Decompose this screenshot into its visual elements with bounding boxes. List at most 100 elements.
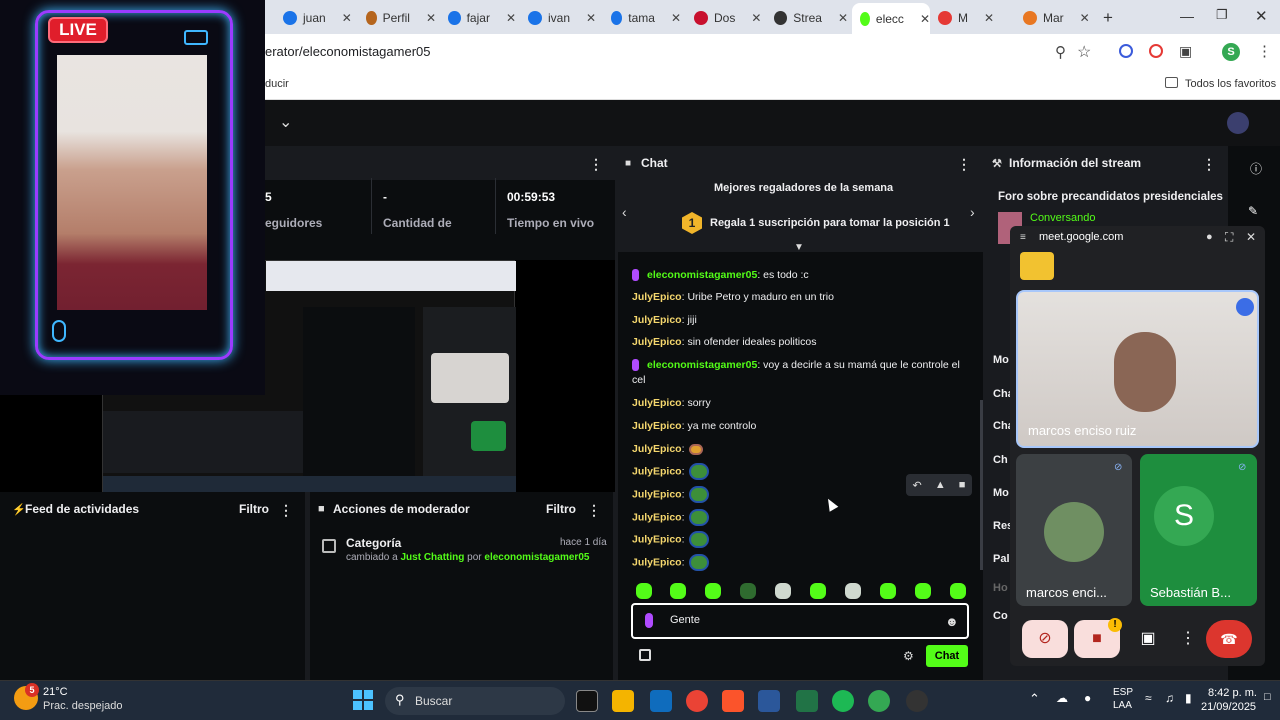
delete-icon[interactable]: ■	[959, 479, 966, 491]
chat-username[interactable]: JulyEpico	[632, 533, 682, 545]
volume-icon[interactable]: ♫	[1165, 691, 1174, 705]
close-tab-icon[interactable]: ✕	[586, 11, 596, 25]
bookmark-item[interactable]: ducir	[265, 78, 289, 90]
chrome-profile-icon[interactable]	[868, 690, 890, 712]
chat-message[interactable]: JulyEpico:	[632, 554, 962, 571]
avatar[interactable]	[1227, 112, 1249, 134]
chat-scrollbar[interactable]	[980, 400, 983, 570]
pin-icon[interactable]: ▲	[935, 479, 946, 491]
clock-date[interactable]: 21/09/2025	[1201, 701, 1256, 713]
more-options-icon[interactable]: ⋮	[589, 156, 603, 173]
chat-message[interactable]: JulyEpico:	[632, 442, 962, 457]
reply-icon[interactable]: ↶	[913, 479, 922, 492]
present-screen-button[interactable]: ▣	[1128, 620, 1168, 658]
close-tab-icon[interactable]: ✕	[426, 11, 436, 25]
chat-message[interactable]: JulyEpico: sin ofender ideales politicos	[632, 335, 962, 350]
close-tab-icon[interactable]: ✕	[920, 12, 930, 26]
close-window-icon[interactable]: ✕	[1255, 7, 1268, 25]
chat-username[interactable]: JulyEpico	[632, 420, 682, 432]
chat-username[interactable]: JulyEpico	[632, 556, 682, 568]
quick-emote-icon[interactable]	[740, 583, 756, 599]
edit-pencil-icon[interactable]: ✎	[1248, 204, 1258, 218]
quick-emote-icon[interactable]	[705, 583, 721, 599]
more-options-button[interactable]: ⋮	[1176, 620, 1200, 658]
chat-input-box[interactable]: Gente ☻	[631, 603, 969, 639]
browser-tab[interactable]: ivan ✕	[520, 5, 598, 31]
stream-info-row-label[interactable]: Ho	[993, 582, 1008, 594]
filter-button[interactable]: Filtro	[546, 502, 576, 516]
mute-mic-button[interactable]: ⊘	[1022, 620, 1068, 658]
spotify-icon[interactable]	[832, 690, 854, 712]
more-options-icon[interactable]: ⋮	[957, 156, 971, 173]
chevron-down-icon[interactable]: ⌄	[279, 112, 292, 132]
stream-info-row-label[interactable]: Ch	[993, 454, 1008, 466]
obs-icon[interactable]	[906, 690, 928, 712]
close-tab-icon[interactable]: ✕	[1080, 11, 1090, 25]
tune-icon[interactable]: ≡	[1020, 232, 1026, 243]
close-tab-icon[interactable]: ✕	[671, 11, 681, 25]
close-tab-icon[interactable]: ✕	[506, 11, 516, 25]
brave-icon[interactable]	[722, 690, 744, 712]
language-code[interactable]: ESP	[1113, 687, 1133, 698]
stream-info-row-label[interactable]: Co	[993, 610, 1008, 622]
more-options-icon[interactable]: ⋮	[1202, 156, 1216, 173]
chat-username[interactable]: JulyEpico	[632, 397, 682, 409]
chat-message[interactable]: JulyEpico: ya me controlo	[632, 419, 962, 434]
weather-desc[interactable]: Prac. despejado	[43, 700, 123, 712]
extensions-puzzle-icon[interactable]: ▣	[1179, 43, 1192, 60]
close-icon[interactable]: ✕	[1246, 230, 1256, 244]
stream-info-row-label[interactable]: Pal	[993, 553, 1010, 565]
notifications-icon[interactable]: □	[1264, 691, 1271, 703]
close-tab-icon[interactable]: ✕	[751, 11, 761, 25]
browser-tab[interactable]: Dos ✕	[686, 5, 762, 31]
quick-emote-icon[interactable]	[880, 583, 896, 599]
battery-icon[interactable]: ▮	[1185, 691, 1192, 705]
windows-start-icon[interactable]	[353, 690, 373, 710]
quick-emote-icon[interactable]	[845, 583, 861, 599]
wifi-icon[interactable]: ≈	[1145, 691, 1152, 705]
settings-gear-icon[interactable]: ⚙	[903, 649, 914, 663]
minimize-icon[interactable]: —	[1180, 8, 1194, 24]
clock-time[interactable]: 8:42 p. m.	[1208, 687, 1257, 699]
info-icon[interactable]: ⓘ	[1250, 160, 1262, 177]
chevron-left-icon[interactable]: ‹	[622, 204, 627, 220]
chat-username[interactable]: JulyEpico	[632, 488, 682, 500]
browser-tab[interactable]: Mar ✕	[1015, 5, 1095, 31]
category-link[interactable]: Just Chatting	[400, 552, 464, 563]
extension-icon[interactable]	[1119, 44, 1133, 58]
task-view-icon[interactable]	[576, 690, 598, 712]
word-icon[interactable]	[758, 690, 780, 712]
leave-call-button[interactable]: ☎	[1206, 620, 1252, 658]
weather-temp[interactable]: 21°C	[43, 686, 68, 698]
browser-tab[interactable]: M ✕	[930, 5, 1010, 31]
collapse-icon[interactable]: ▼	[794, 242, 804, 253]
chat-username[interactable]: JulyEpico	[632, 314, 682, 326]
chat-username[interactable]: eleconomistagamer05	[647, 269, 757, 281]
close-tab-icon[interactable]: ✕	[838, 11, 848, 25]
quick-emote-icon[interactable]	[950, 583, 966, 599]
close-tab-icon[interactable]: ✕	[342, 11, 352, 25]
chat-username[interactable]: JulyEpico	[632, 465, 682, 477]
browser-tab[interactable]: elecc ✕	[852, 3, 930, 34]
taskbar-search[interactable]: ⚲ Buscar	[385, 687, 565, 715]
meet-addon-icon[interactable]	[1020, 252, 1054, 280]
chat-username[interactable]: JulyEpico	[632, 511, 682, 523]
browser-tab[interactable]: juan ✕	[275, 5, 353, 31]
quick-emote-icon[interactable]	[636, 583, 652, 599]
expand-icon[interactable]: ⛶	[1225, 230, 1233, 245]
tray-chevron-icon[interactable]: ⌃	[1029, 691, 1040, 707]
chat-username[interactable]: eleconomistagamer05	[647, 359, 757, 371]
more-options-icon[interactable]: ⋮	[279, 502, 293, 519]
outlook-icon[interactable]	[650, 690, 672, 712]
all-bookmarks[interactable]: Todos los favoritos	[1185, 78, 1276, 90]
chat-message[interactable]: JulyEpico: sorry	[632, 396, 962, 411]
url-text[interactable]: erator/eleconomistagamer05	[265, 44, 430, 59]
chat-message[interactable]: JulyEpico: Uribe Petro y maduro en un tr…	[632, 290, 962, 305]
quick-emote-icon[interactable]	[915, 583, 931, 599]
file-explorer-icon[interactable]	[612, 690, 634, 712]
bookmark-star-icon[interactable]: ☆	[1077, 42, 1091, 62]
chrome-icon[interactable]	[686, 690, 708, 712]
chat-message[interactable]: eleconomistagamer05: es todo :c	[632, 268, 962, 283]
quick-emote-icon[interactable]	[670, 583, 686, 599]
chat-message[interactable]: eleconomistagamer05: voy a decirle a su …	[632, 358, 962, 388]
